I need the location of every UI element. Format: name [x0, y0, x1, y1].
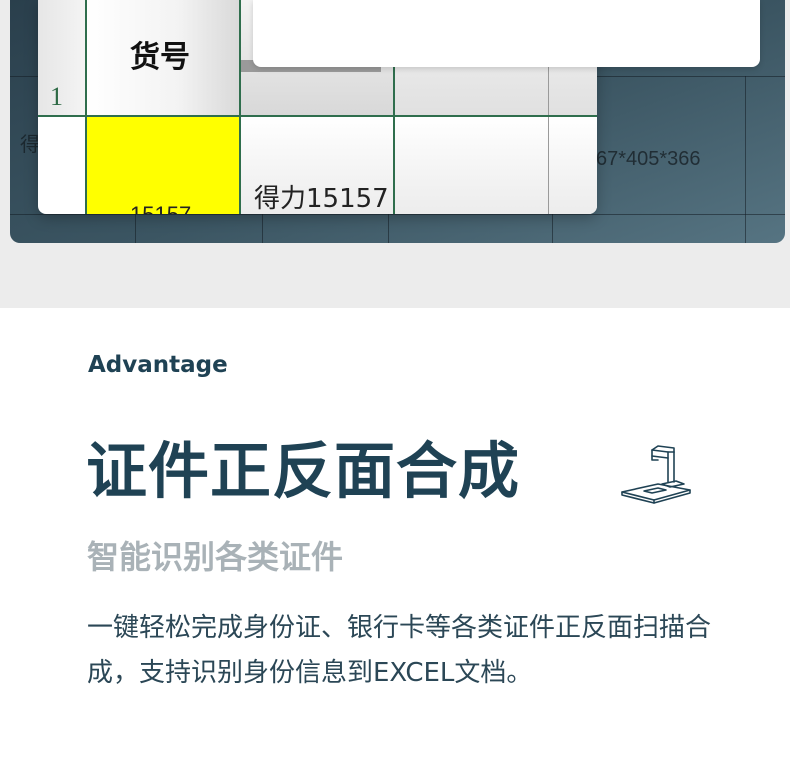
section-subtitle: 智能识别各类证件	[87, 538, 344, 576]
header-cell-text: 货号	[130, 40, 190, 75]
bg-cell-dimensions: 67*405*366	[596, 148, 701, 170]
section-eyebrow: Advantage	[88, 352, 228, 378]
section-description: 一键轻松完成身份证、银行卡等各类证件正反面扫描合成，支持识别身份信息到EXCEL…	[87, 613, 712, 688]
product-name-cell-text: 得力15157	[254, 184, 389, 214]
hero-screenshot: 得 67*405*366 1 货号 15157 得力15157	[10, 0, 785, 243]
row-number: 1	[50, 82, 63, 111]
bg-cell-left: 得	[20, 132, 40, 156]
overlay-panel	[253, 0, 760, 67]
highlighted-cell	[86, 116, 240, 214]
section-title: 证件正反面合成	[86, 436, 521, 507]
highlighted-cell-text: 15157	[130, 202, 191, 214]
document-scanner-icon	[621, 445, 691, 504]
